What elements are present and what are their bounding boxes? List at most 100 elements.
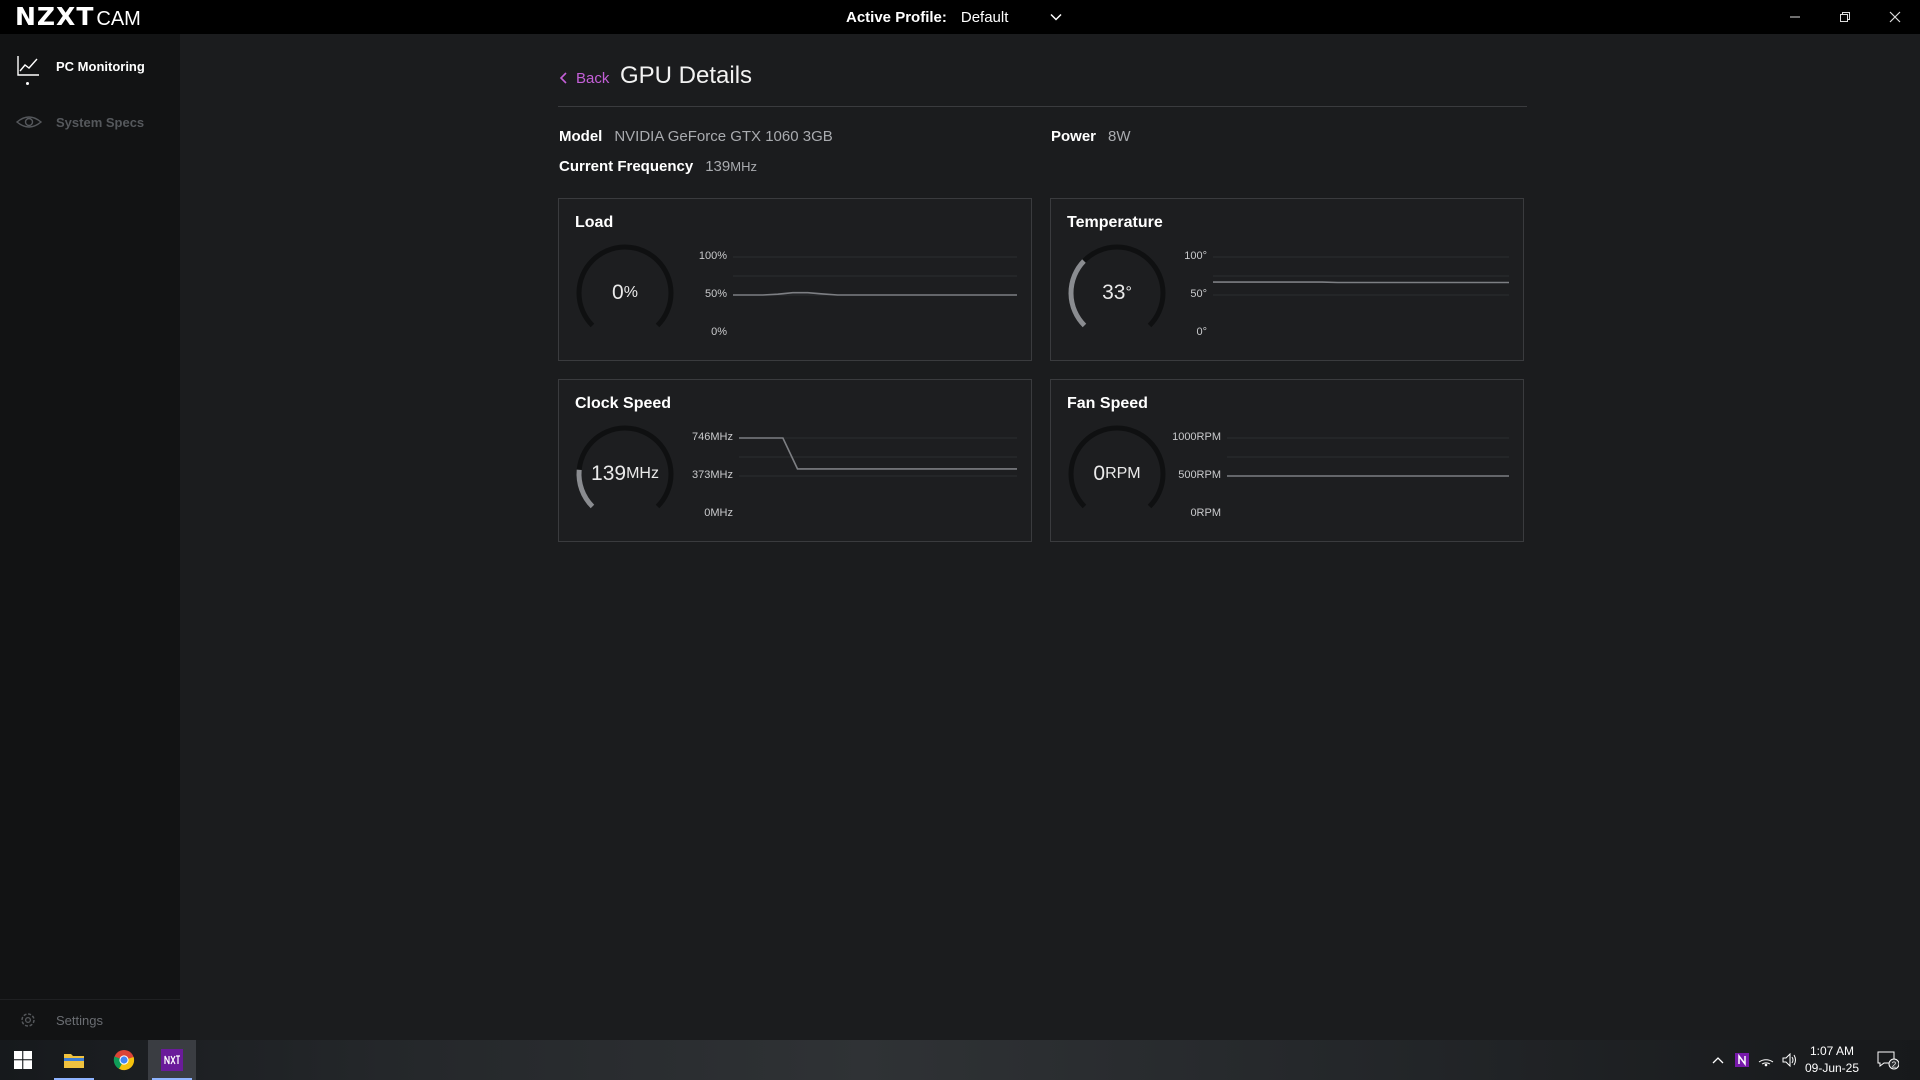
frequency-value: 139 xyxy=(705,158,731,175)
fan-speed-line-chart xyxy=(1227,437,1509,477)
minimize-button[interactable] xyxy=(1770,0,1820,34)
active-indicator xyxy=(26,82,29,85)
taskbar-clock[interactable]: 1:07 AM 09-Jun-25 xyxy=(1802,1043,1862,1077)
logo-sub: CAM xyxy=(96,8,141,30)
close-icon xyxy=(1889,11,1901,23)
sidebar-item-settings[interactable]: Settings xyxy=(0,1000,180,1040)
close-button[interactable] xyxy=(1870,0,1920,34)
card-title: Fan Speed xyxy=(1067,395,1148,412)
axis-label-mid: 50° xyxy=(1190,288,1207,300)
chrome-icon xyxy=(113,1050,135,1071)
power-info: Power 8W xyxy=(1051,128,1131,145)
clock-speed-card: Clock Speed 139 MHz 746MHz 373MHz 0MHz xyxy=(558,379,1032,542)
sidebar-item-pc-monitoring[interactable]: PC Monitoring xyxy=(0,46,180,86)
start-button[interactable] xyxy=(0,1040,46,1080)
card-title: Temperature xyxy=(1067,214,1163,231)
onenote-icon xyxy=(1735,1053,1749,1067)
load-card: Load 0% 100% 50% 0% xyxy=(558,198,1032,361)
load-gauge-value: 0% xyxy=(573,241,677,345)
clock-time: 1:07 AM xyxy=(1809,1044,1855,1058)
frequency-unit: MHz xyxy=(730,159,757,174)
gauge-number: 139 xyxy=(591,462,627,485)
clock-speed-line-chart xyxy=(739,437,1017,477)
gauge-unit: % xyxy=(623,284,638,301)
main-content: Back GPU Details Model NVIDIA GeForce GTX… xyxy=(180,34,1920,1040)
frequency-info: Current Frequency 139MHz xyxy=(559,158,757,175)
series-line xyxy=(733,291,1017,296)
tray-onenote[interactable] xyxy=(1732,1040,1752,1080)
taskbar: 1:07 AM 09-Jun-25 2 xyxy=(0,1040,1920,1080)
settings-label: Settings xyxy=(56,1012,103,1028)
axis-label-min: 0° xyxy=(1196,326,1207,338)
series-line xyxy=(739,437,1017,470)
gauge-number: 0 xyxy=(612,281,624,304)
wifi-icon xyxy=(1758,1059,1774,1067)
tray-network[interactable] xyxy=(1754,1040,1778,1080)
axis-label-max: 100° xyxy=(1184,250,1207,262)
sidebar-item-system-specs[interactable]: System Specs xyxy=(0,102,180,142)
page-title: GPU Details xyxy=(620,62,753,89)
frequency-label: Current Frequency xyxy=(559,158,694,175)
notification-count: 2 xyxy=(1892,1060,1897,1069)
title-bar: NZXT CAM Active Profile: Default xyxy=(0,0,1920,34)
taskbar-nzxt-cam[interactable] xyxy=(148,1040,196,1080)
power-value: 8W xyxy=(1108,128,1131,145)
gauge-unit: MHz xyxy=(626,465,659,482)
gear-icon xyxy=(21,1013,35,1027)
model-label: Model xyxy=(559,128,603,145)
gauge-number: 0 xyxy=(1093,462,1106,485)
app-logo: NZXT CAM xyxy=(15,2,141,32)
axis-label-max: 1000RPM xyxy=(1172,431,1221,443)
tray-volume[interactable] xyxy=(1778,1040,1802,1080)
back-label: Back xyxy=(576,69,610,87)
axis-label-max: 746MHz xyxy=(692,431,733,443)
axis-label-mid: 50% xyxy=(704,288,727,300)
nzxt-cam-icon xyxy=(161,1049,183,1071)
gauge-unit: RPM xyxy=(1105,465,1141,482)
sidebar-item-label: PC Monitoring xyxy=(56,58,145,74)
active-profile-label: Active Profile: xyxy=(846,8,947,26)
card-title: Load xyxy=(575,214,614,231)
gauge-number: 33 xyxy=(1102,281,1126,304)
model-info: Model NVIDIA GeForce GTX 1060 3GB xyxy=(559,128,833,145)
speaker-icon xyxy=(1782,1053,1796,1067)
taskbar-file-explorer[interactable] xyxy=(50,1040,98,1080)
active-profile-value[interactable]: Default xyxy=(961,9,1049,26)
windows-start-icon xyxy=(14,1051,32,1069)
restore-button[interactable] xyxy=(1820,0,1870,34)
axis-label-min: 0% xyxy=(711,326,727,338)
axis-label-max: 100% xyxy=(698,250,727,262)
axis-label-mid: 373MHz xyxy=(692,469,733,481)
chevron-down-icon[interactable] xyxy=(1049,10,1063,24)
logo-main: NZXT xyxy=(15,2,95,31)
card-title: Clock Speed xyxy=(575,395,672,412)
axis-label-mid: 500RPM xyxy=(1178,469,1221,481)
chart-line-icon xyxy=(17,56,39,76)
chevron-left-icon xyxy=(559,72,567,84)
temperature-card: Temperature 33 ° 100° 50° 0° xyxy=(1050,198,1524,361)
temperature-line-chart xyxy=(1213,256,1509,296)
sidebar: PC Monitoring System Specs Settings xyxy=(0,34,180,1040)
back-button[interactable]: Back xyxy=(558,63,609,93)
clock-date: 09-Jun-25 xyxy=(1804,1061,1860,1075)
restore-icon xyxy=(1840,12,1850,22)
show-hidden-icons-button[interactable] xyxy=(1706,1040,1730,1080)
active-profile-selector[interactable]: Active Profile: Default xyxy=(846,0,1063,34)
axis-label-min: 0MHz xyxy=(704,507,733,519)
sidebar-item-label: System Specs xyxy=(56,114,145,130)
taskbar-chrome[interactable] xyxy=(100,1040,148,1080)
chevron-up-icon xyxy=(1712,1057,1724,1064)
action-center-button[interactable]: 2 xyxy=(1868,1040,1908,1080)
fan-speed-card: Fan Speed 0 RPM 1000RPM 500RPM 0RPM xyxy=(1050,379,1524,542)
model-value: NVIDIA GeForce GTX 1060 3GB xyxy=(614,128,833,145)
power-label: Power xyxy=(1051,128,1097,145)
minimize-icon xyxy=(1790,16,1800,18)
eye-icon xyxy=(16,116,42,128)
axis-label-min: 0RPM xyxy=(1190,507,1221,519)
load-line-chart xyxy=(733,256,1017,296)
file-explorer-icon xyxy=(64,1054,84,1068)
gauge-unit: ° xyxy=(1125,284,1132,301)
notification-icon: 2 xyxy=(1877,1051,1899,1070)
page-header: Back GPU Details xyxy=(558,54,1527,107)
clock-speed-gauge-value: 139 MHz xyxy=(573,422,677,526)
